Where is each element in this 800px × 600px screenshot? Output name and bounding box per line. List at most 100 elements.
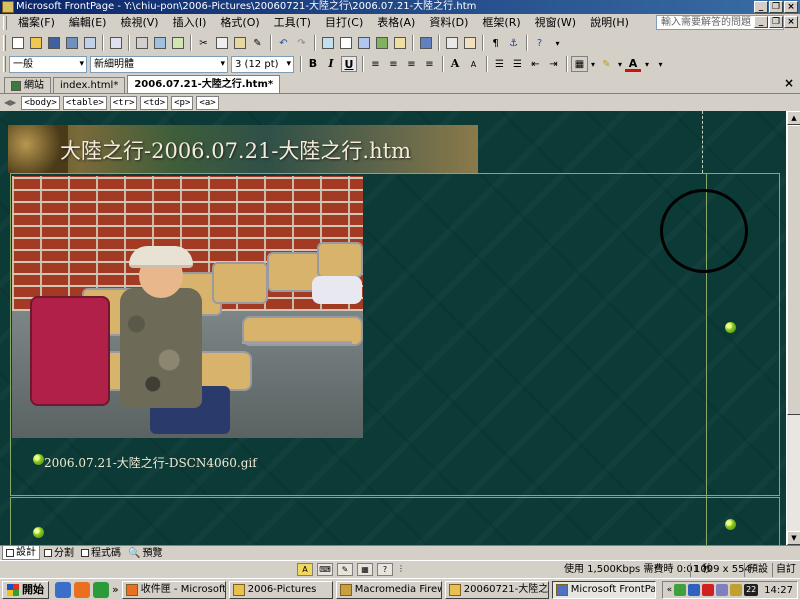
tray-expand-icon[interactable]: «	[667, 585, 673, 595]
tray-language-indicator[interactable]: 22	[744, 584, 759, 596]
toolbar-grip[interactable]	[3, 56, 6, 72]
keyboard-icon[interactable]: ⌨	[317, 563, 333, 576]
menu-help[interactable]: 說明(H)	[583, 14, 636, 32]
justify-icon[interactable]: ≡	[421, 56, 438, 72]
insert-hyperlink-icon[interactable]	[417, 35, 434, 51]
schema-mode[interactable]: 預設	[744, 563, 771, 577]
tab-website[interactable]: 網站	[4, 77, 51, 93]
ie-refresh-icon[interactable]	[93, 581, 109, 598]
doc-minimize-button[interactable]: _	[754, 16, 768, 28]
insert-picture-icon[interactable]	[373, 35, 390, 51]
toolbar-options-icon[interactable]: ▾	[549, 35, 566, 51]
doc-close-button[interactable]: ×	[784, 16, 798, 28]
tab-split[interactable]: 分割	[41, 547, 77, 560]
publish-icon[interactable]	[63, 35, 80, 51]
font-color-dropdown-icon[interactable]: ▾	[643, 56, 651, 72]
font-dropdown[interactable]: 新細明體	[90, 55, 228, 73]
tab-code[interactable]: 程式碼	[78, 547, 124, 560]
ie-icon[interactable]	[55, 581, 71, 598]
quick-tag-tr[interactable]: <tr>	[109, 95, 138, 110]
frontpage-app-icon[interactable]	[2, 1, 14, 13]
quick-tag-a[interactable]: <a>	[196, 95, 219, 110]
menu-data[interactable]: 資料(D)	[422, 14, 475, 32]
layout-table-cell-bottom[interactable]	[10, 497, 780, 545]
bold-button[interactable]: B	[305, 56, 321, 72]
menu-view[interactable]: 檢視(V)	[113, 14, 165, 32]
help-icon[interactable]: ?	[531, 35, 548, 51]
align-left-icon[interactable]: ≡	[367, 56, 384, 72]
numbering-icon[interactable]: ☰	[491, 56, 508, 72]
tray-bluetooth-icon[interactable]	[688, 584, 701, 596]
folder-list-icon[interactable]	[81, 35, 98, 51]
menu-table[interactable]: 表格(A)	[370, 14, 422, 32]
menu-frames[interactable]: 框架(R)	[475, 14, 527, 32]
undo-icon[interactable]: ↶	[275, 35, 292, 51]
design-canvas[interactable]: 大陸之行-2006.07.21-大陸之行.htm 2006.07.21-大陸之行…	[0, 111, 786, 545]
ime-pad-icon[interactable]: ▦	[357, 563, 373, 576]
increase-font-button[interactable]: A	[447, 56, 463, 72]
ime-icon[interactable]: A	[297, 563, 313, 576]
decrease-indent-icon[interactable]: ⇤	[527, 56, 544, 72]
anchor-icon[interactable]: ⚓	[505, 35, 522, 51]
tab-design[interactable]: 設計	[2, 546, 40, 560]
menu-window[interactable]: 視窗(W)	[528, 14, 583, 32]
borders-icon[interactable]: ▦	[571, 56, 588, 72]
menu-insert[interactable]: 插入(I)	[166, 14, 214, 32]
italic-button[interactable]: I	[323, 56, 339, 72]
font-size-dropdown[interactable]: 3 (12 pt)	[231, 55, 294, 73]
show-all-icon[interactable]: ¶	[487, 35, 504, 51]
ime-help-icon[interactable]: ?	[377, 563, 393, 576]
tray-volume-icon[interactable]	[730, 584, 743, 596]
ime-settings-icon[interactable]: ✎	[337, 563, 353, 576]
restore-button[interactable]: ❐	[769, 1, 783, 13]
cut-icon[interactable]: ✂	[195, 35, 212, 51]
preview-browser-icon[interactable]	[151, 35, 168, 51]
quick-tag-td[interactable]: <td>	[140, 95, 169, 110]
start-button[interactable]: 開始	[2, 580, 49, 599]
copy-icon[interactable]	[213, 35, 230, 51]
highlight-icon[interactable]: ✎	[598, 56, 615, 72]
taskbar-clock[interactable]: 14:27	[764, 585, 793, 596]
bullets-icon[interactable]: ☰	[509, 56, 526, 72]
outlook-icon[interactable]	[74, 581, 90, 598]
minimize-button[interactable]: _	[754, 1, 768, 13]
photo-dscn4060[interactable]	[12, 176, 363, 438]
quick-tag-p[interactable]: <p>	[171, 95, 194, 110]
stop-icon[interactable]	[461, 35, 478, 51]
tray-antivirus-icon[interactable]	[702, 584, 715, 596]
taskbar-button-fireworks[interactable]: Macromedia Firewor...	[335, 580, 442, 599]
quick-tag-body[interactable]: <body>	[21, 95, 60, 110]
print-icon[interactable]	[133, 35, 150, 51]
taskbar-button-frontpage[interactable]: Microsoft FrontPage ...	[551, 580, 656, 599]
refresh-icon[interactable]	[443, 35, 460, 51]
decrease-font-icon[interactable]: A	[465, 56, 482, 72]
tag-scroll-arrows-icon[interactable]: ◀▶	[4, 98, 16, 107]
status-options-icon[interactable]: ⋮	[397, 563, 405, 576]
spelling-icon[interactable]	[169, 35, 186, 51]
align-center-icon[interactable]: ≡	[385, 56, 402, 72]
highlight-dropdown-icon[interactable]: ▾	[616, 56, 624, 72]
insert-table-icon[interactable]	[337, 35, 354, 51]
tab-index-html[interactable]: index.html*	[53, 77, 126, 93]
tab-current-page[interactable]: 2006.07.21-大陸之行.htm*	[127, 75, 281, 93]
toggle-pane-icon[interactable]	[107, 35, 124, 51]
underline-button[interactable]: U	[341, 56, 357, 72]
tray-network-icon[interactable]	[674, 584, 687, 596]
style-dropdown[interactable]: 一般	[9, 55, 87, 73]
save-icon[interactable]	[45, 35, 62, 51]
css-mode[interactable]: 自訂	[772, 563, 799, 577]
tab-preview[interactable]: 🔍 預覽	[125, 547, 165, 560]
font-color-button[interactable]: A	[625, 56, 641, 72]
increase-indent-icon[interactable]: ⇥	[545, 56, 562, 72]
quick-launch-overflow-icon[interactable]: »	[112, 583, 119, 596]
close-button[interactable]: ×	[784, 1, 798, 13]
toolbar-grip[interactable]	[3, 35, 6, 51]
taskbar-button-pictures[interactable]: 2006-Pictures	[228, 580, 333, 599]
doc-restore-button[interactable]: ❐	[769, 16, 783, 28]
redo-icon[interactable]: ↷	[293, 35, 310, 51]
close-document-icon[interactable]: ×	[784, 76, 794, 90]
menu-table-of-contents[interactable]: 目打(C)	[318, 14, 370, 32]
drawing-icon[interactable]	[391, 35, 408, 51]
vertical-scrollbar[interactable]: ▲ ▼	[786, 111, 800, 545]
menu-edit[interactable]: 編輯(E)	[62, 14, 114, 32]
